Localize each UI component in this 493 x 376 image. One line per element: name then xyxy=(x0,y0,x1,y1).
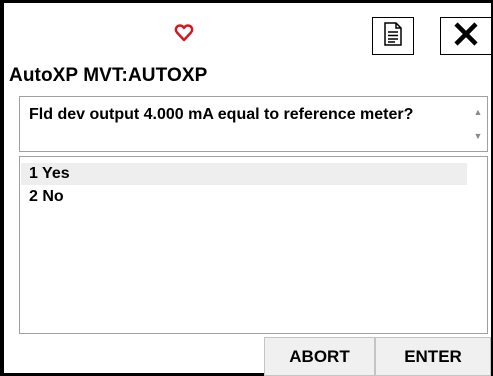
question-box: Fld dev output 4.000 mA equal to referen… xyxy=(19,96,488,152)
list-item-yes[interactable]: 1 Yes xyxy=(21,163,467,185)
scroll-up-arrow-icon[interactable]: ▲ xyxy=(472,107,484,117)
enter-button[interactable]: ENTER xyxy=(375,337,491,376)
app-window: AutoXP MVT:AUTOXP Fld dev output 4.000 m… xyxy=(4,3,492,376)
heart-icon xyxy=(174,23,194,43)
document-icon xyxy=(383,21,403,51)
options-list: 1 Yes 2 No xyxy=(19,156,488,334)
document-button[interactable] xyxy=(372,17,414,55)
page-title: AutoXP MVT:AUTOXP xyxy=(9,65,208,86)
scroll-down-arrow-icon[interactable]: ▼ xyxy=(472,131,484,141)
list-item-no[interactable]: 2 No xyxy=(21,186,467,208)
abort-button[interactable]: ABORT xyxy=(264,337,375,376)
question-text: Fld dev output 4.000 mA equal to referen… xyxy=(29,106,414,123)
close-icon xyxy=(452,20,480,53)
close-button[interactable] xyxy=(440,17,492,55)
